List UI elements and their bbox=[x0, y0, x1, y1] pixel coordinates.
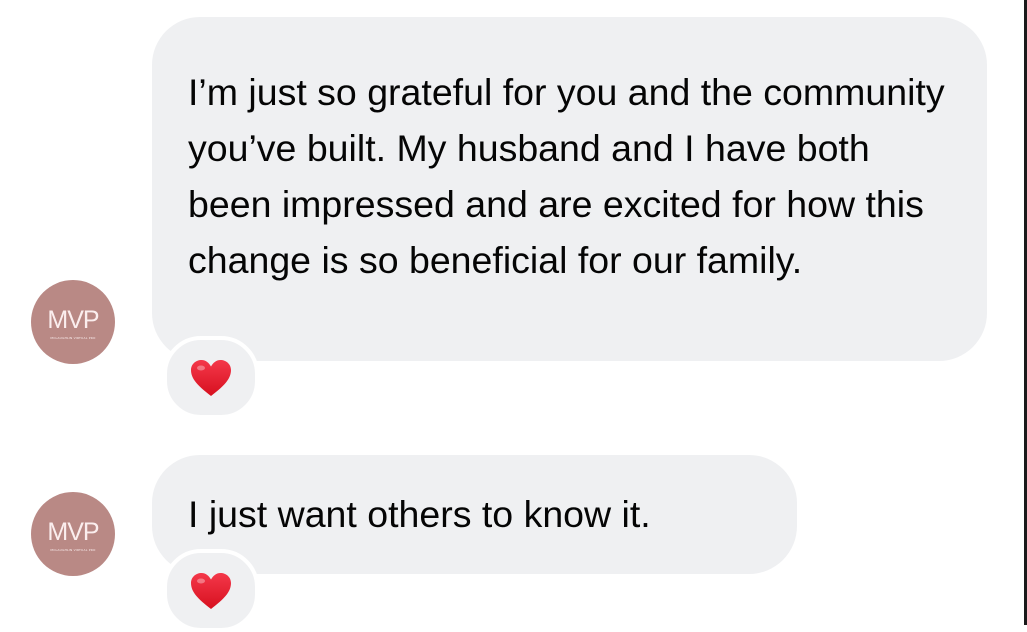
reaction-badge[interactable] bbox=[163, 549, 259, 632]
red-heart-icon bbox=[190, 572, 232, 610]
avatar-logo-text: MVP bbox=[47, 306, 99, 334]
message-text: I just want others to know it. bbox=[188, 493, 651, 535]
message-bubble[interactable]: I just want others to know it. bbox=[152, 455, 797, 574]
message-text: I’m just so grateful for you and the com… bbox=[188, 71, 945, 281]
reaction-badge[interactable] bbox=[163, 336, 259, 419]
avatar[interactable]: MVP MCLAUGHLIN VIRTUAL PRO bbox=[31, 280, 115, 364]
avatar-logo-text: MVP bbox=[47, 518, 99, 546]
red-heart-icon bbox=[190, 359, 232, 397]
avatar-logo-subtext: MCLAUGHLIN VIRTUAL PRO bbox=[50, 336, 96, 340]
message-bubble[interactable]: I’m just so grateful for you and the com… bbox=[152, 17, 987, 361]
avatar[interactable]: MVP MCLAUGHLIN VIRTUAL PRO bbox=[31, 492, 115, 576]
avatar-logo-subtext: MCLAUGHLIN VIRTUAL PRO bbox=[50, 548, 96, 552]
